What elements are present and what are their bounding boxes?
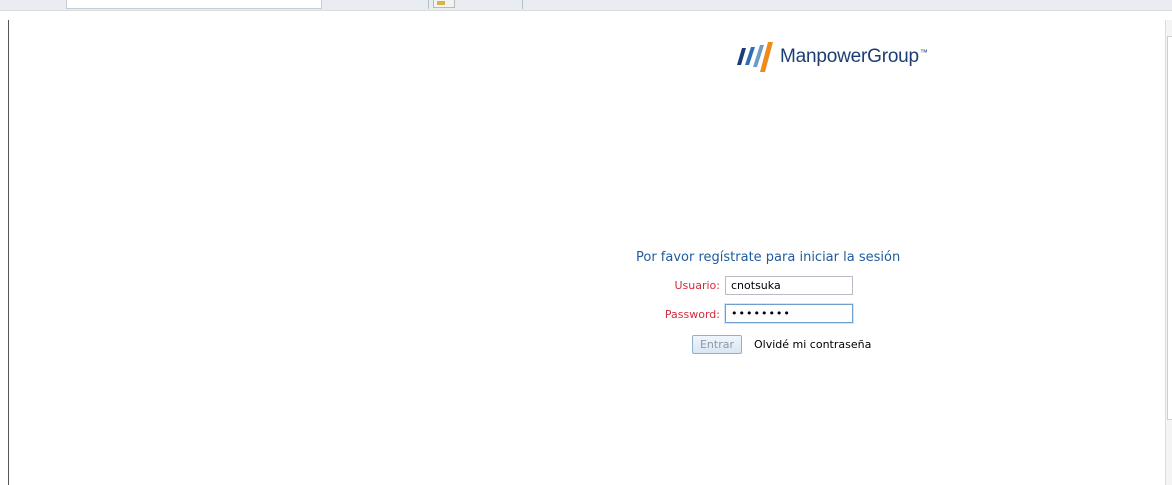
browser-toolbar-strip [0, 0, 1172, 11]
forgot-password-link[interactable]: Olvidé mi contraseña [754, 338, 871, 351]
login-button[interactable]: Entrar [692, 335, 742, 354]
password-row: Password: [560, 305, 720, 325]
password-label: Password: [664, 308, 720, 321]
address-field[interactable] [66, 0, 322, 9]
login-title: Por favor regístrate para iniciar la ses… [636, 250, 901, 265]
vertical-scrollbar[interactable] [1165, 20, 1172, 485]
scrollbar-thumb[interactable] [1167, 36, 1172, 420]
brand-logo: ManpowerGroup™ [733, 36, 928, 76]
trademark-mark: ™ [919, 47, 928, 57]
username-input[interactable] [725, 276, 853, 295]
password-input[interactable] [725, 304, 853, 323]
page-icon[interactable] [433, 0, 455, 8]
toolbar-separator [522, 0, 523, 9]
manpowergroup-logo-icon [737, 42, 773, 72]
page-frame [8, 20, 1169, 485]
username-label: Usuario: [674, 279, 720, 292]
toolbar-separator [428, 0, 429, 9]
brand-name: ManpowerGroup™ [780, 46, 928, 67]
username-row: Usuario: [560, 276, 720, 296]
